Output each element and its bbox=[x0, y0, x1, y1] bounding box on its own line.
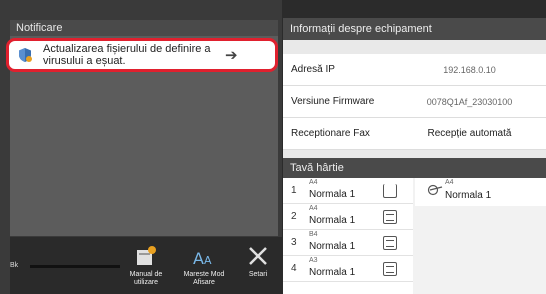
toner-bk-label: Bk bbox=[10, 262, 19, 269]
tray-loaded-icon bbox=[383, 236, 397, 250]
paper-tray-area: 1 A4 Normala 1 2 A4 Normala 1 3 B4 Norma… bbox=[283, 178, 546, 294]
toner-level-bar bbox=[30, 265, 120, 268]
tray-row-1[interactable]: 1 A4 Normala 1 bbox=[283, 178, 413, 204]
tray-row-3[interactable]: 3 B4 Normala 1 bbox=[283, 230, 413, 256]
fax-label: Receptionare Fax bbox=[291, 128, 370, 139]
settings-label: Setari bbox=[248, 271, 268, 278]
info-row-fax: Receptionare Fax Recepție automată bbox=[283, 118, 546, 150]
tray-size: B4 bbox=[309, 231, 318, 238]
tray-loaded-icon bbox=[383, 262, 397, 276]
tray-paper-type: Normala 1 bbox=[309, 267, 356, 278]
tray-loaded-icon bbox=[383, 210, 397, 224]
ip-value: 192.168.0.10 bbox=[443, 64, 496, 75]
tray-paper-type: Normala 1 bbox=[309, 189, 356, 200]
notification-message: Actualizarea fișierului de definire a vi… bbox=[43, 43, 211, 67]
tray-empty-icon bbox=[383, 184, 397, 198]
manual-label: Manual de utilizare bbox=[129, 271, 163, 286]
tray-paper-type: Normala 1 bbox=[309, 241, 356, 252]
tray-number: 1 bbox=[291, 185, 297, 196]
tray-number: 2 bbox=[291, 211, 297, 222]
bypass-paper-type: Normala 1 bbox=[445, 190, 492, 201]
manual-icon bbox=[137, 246, 156, 265]
notification-header: Notificare bbox=[10, 20, 278, 36]
fax-value: Recepție automată bbox=[427, 128, 512, 139]
bypass-tray-icon bbox=[427, 184, 443, 196]
tray-size: A4 bbox=[309, 179, 318, 186]
tray-number: 3 bbox=[291, 237, 297, 248]
tray-size: A3 bbox=[309, 257, 318, 264]
equipment-panel: Informații despre echipament Adresă IP 1… bbox=[283, 18, 546, 294]
ip-label: Adresă IP bbox=[291, 64, 335, 75]
tray-paper-type: Normala 1 bbox=[309, 215, 356, 226]
svg-text:A: A bbox=[193, 249, 204, 268]
tray-number: 4 bbox=[291, 263, 297, 274]
zoom-display-label: Mareste Mod Afisare bbox=[183, 271, 225, 286]
text-size-icon: A A bbox=[193, 249, 212, 268]
tray-row-4[interactable]: 4 A3 Normala 1 bbox=[283, 256, 413, 282]
shield-icon bbox=[19, 48, 32, 62]
paper-tray-header: Tavă hârtie bbox=[283, 158, 546, 178]
bypass-size: A4 bbox=[445, 179, 454, 186]
tray-row-2[interactable]: 2 A4 Normala 1 bbox=[283, 204, 413, 230]
wrench-screwdriver-icon bbox=[249, 247, 267, 265]
arrow-right-icon[interactable]: ➔ bbox=[225, 46, 238, 64]
svg-text:A: A bbox=[204, 254, 212, 267]
notification-item-virus-update[interactable]: Actualizarea fișierului de definire a vi… bbox=[6, 38, 278, 72]
tray-size: A4 bbox=[309, 205, 318, 212]
tray-list: 1 A4 Normala 1 2 A4 Normala 1 3 B4 Norma… bbox=[283, 178, 413, 294]
info-row-ip: Adresă IP 192.168.0.10 bbox=[283, 54, 546, 86]
settings-button[interactable]: Setari bbox=[236, 244, 280, 279]
zoom-display-button[interactable]: A A Mareste Mod Afisare bbox=[182, 244, 226, 287]
bypass-tray[interactable]: A4 Normala 1 bbox=[415, 178, 546, 206]
info-row-firmware: Versiune Firmware 0078Q1Af_23030100 bbox=[283, 86, 546, 118]
equipment-header: Informații despre echipament bbox=[283, 18, 546, 40]
firmware-label: Versiune Firmware bbox=[291, 96, 375, 107]
firmware-value: 0078Q1Af_23030100 bbox=[426, 96, 513, 107]
manual-button[interactable]: Manual de utilizare bbox=[124, 244, 168, 287]
